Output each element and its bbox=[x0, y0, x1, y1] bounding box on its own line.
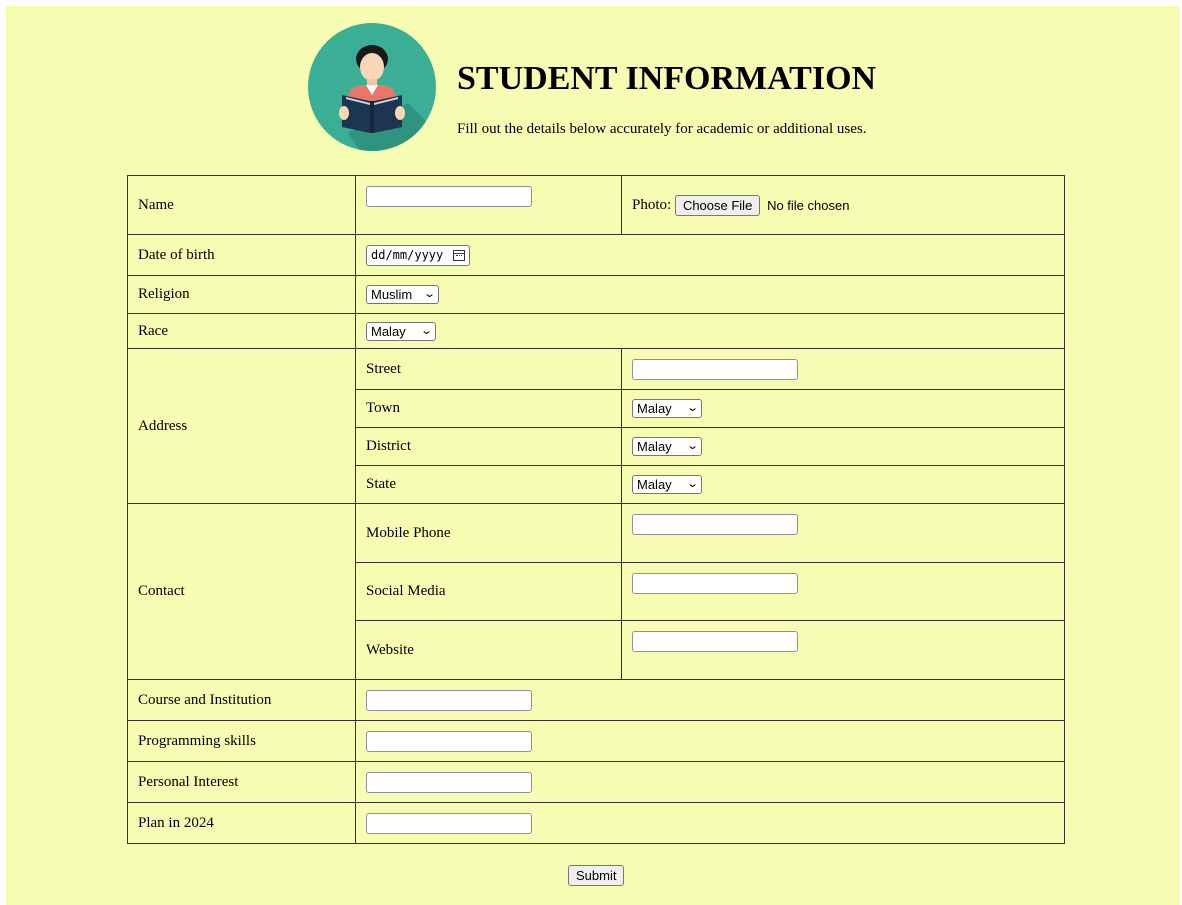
label-website: Website bbox=[355, 620, 622, 680]
dob-date-input[interactable]: dd/mm/yyyy bbox=[366, 244, 471, 266]
header: STUDENT INFORMATION Fill out the details… bbox=[308, 18, 948, 154]
chevron-down-icon: ⌄ bbox=[419, 324, 433, 337]
label-mobile: Mobile Phone bbox=[355, 503, 622, 563]
row-dob: Date of birth dd/mm/yyyy bbox=[127, 234, 1065, 276]
choose-file-button[interactable]: Choose File bbox=[674, 194, 761, 216]
chevron-down-icon: ⌄ bbox=[685, 402, 699, 414]
label-address: Address bbox=[127, 348, 356, 504]
programming-input[interactable] bbox=[366, 730, 532, 752]
chevron-down-icon: ⌄ bbox=[685, 478, 699, 490]
label-street: Street bbox=[355, 348, 622, 390]
town-select[interactable]: Malay ⌄ bbox=[632, 399, 702, 418]
chevron-down-icon: ⌄ bbox=[685, 440, 699, 452]
religion-selected: Muslim bbox=[371, 287, 413, 302]
row-name: Name Photo: Choose File No file chosen bbox=[127, 175, 1065, 235]
district-selected: Malay bbox=[637, 439, 672, 454]
mobile-phone-input[interactable] bbox=[632, 514, 798, 535]
label-town: Town bbox=[355, 389, 622, 428]
label-race: Race bbox=[127, 313, 356, 349]
website-input[interactable] bbox=[632, 631, 798, 652]
interest-input[interactable] bbox=[366, 771, 532, 793]
name-input[interactable] bbox=[366, 186, 532, 207]
row-address-street: Address Street bbox=[127, 348, 1065, 504]
label-dob: Date of birth bbox=[127, 234, 356, 276]
state-selected: Malay bbox=[637, 477, 672, 492]
course-input[interactable] bbox=[366, 689, 532, 711]
town-selected: Malay bbox=[637, 401, 672, 416]
row-race: Race Malay ⌄ bbox=[127, 313, 1065, 349]
label-district: District bbox=[355, 427, 622, 466]
race-select[interactable]: Malay ⌄ bbox=[366, 321, 436, 341]
student-form-table: Name Photo: Choose File No file chosen D… bbox=[127, 175, 1065, 844]
row-religion: Religion Muslim ⌄ bbox=[127, 275, 1065, 314]
label-programming: Programming skills bbox=[127, 720, 356, 762]
race-selected: Malay bbox=[371, 323, 406, 339]
page-title: STUDENT INFORMATION bbox=[457, 60, 877, 97]
label-course: Course and Institution bbox=[127, 679, 356, 721]
row-contact-mobile: Contact Mobile Phone bbox=[127, 503, 1065, 680]
label-plan: Plan in 2024 bbox=[127, 802, 356, 844]
label-state: State bbox=[355, 465, 622, 504]
student-reading-book-icon bbox=[308, 23, 436, 151]
social-media-input[interactable] bbox=[632, 573, 798, 594]
page-subtitle: Fill out the details below accurately fo… bbox=[457, 121, 867, 137]
label-religion: Religion bbox=[127, 275, 356, 314]
label-social: Social Media bbox=[355, 562, 622, 621]
calendar-icon[interactable] bbox=[453, 249, 466, 261]
photo-label: Photo: bbox=[632, 196, 672, 213]
label-contact: Contact bbox=[127, 503, 356, 680]
district-select[interactable]: Malay ⌄ bbox=[632, 437, 702, 456]
street-input[interactable] bbox=[632, 358, 798, 380]
row-course: Course and Institution bbox=[127, 679, 1065, 721]
plan-input[interactable] bbox=[366, 812, 532, 834]
file-status: No file chosen bbox=[767, 197, 850, 213]
label-interest: Personal Interest bbox=[127, 761, 356, 803]
row-plan: Plan in 2024 bbox=[127, 802, 1065, 844]
religion-select[interactable]: Muslim ⌄ bbox=[366, 285, 439, 304]
chevron-down-icon: ⌄ bbox=[422, 288, 436, 300]
row-interest: Personal Interest bbox=[127, 761, 1065, 803]
label-name: Name bbox=[127, 175, 356, 235]
row-programming: Programming skills bbox=[127, 720, 1065, 762]
form-page: STUDENT INFORMATION Fill out the details… bbox=[6, 6, 1180, 905]
submit-button[interactable]: Submit bbox=[568, 865, 625, 886]
state-select[interactable]: Malay ⌄ bbox=[632, 475, 702, 494]
dob-placeholder: dd/mm/yyyy bbox=[371, 248, 444, 262]
